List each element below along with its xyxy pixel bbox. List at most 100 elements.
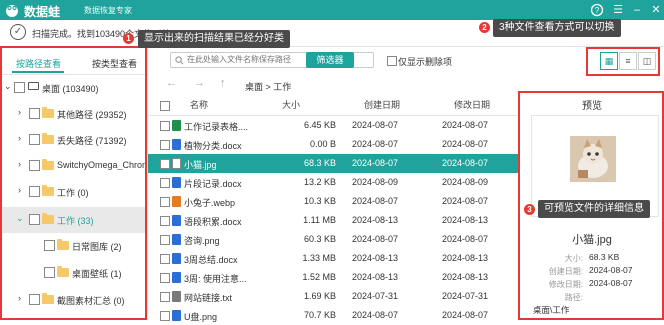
file-created-date: 2024-08-09 [352, 177, 399, 187]
file-size: 6.45 KB [303, 120, 336, 130]
svg-text:?: ? [595, 6, 600, 15]
table-row[interactable]: 小猫.jpg 68.3 KB 2024-08-07 2024-08-07 [148, 154, 518, 173]
filter-button[interactable]: 筛选器 [306, 52, 354, 68]
column-header-created[interactable]: 创建日期 [364, 95, 400, 115]
forward-arrow-icon[interactable]: → [194, 77, 205, 89]
search-icon [175, 56, 184, 65]
file-modified-date: 2024-08-07 [442, 234, 489, 244]
file-modified-date: 2024-08-13 [442, 272, 489, 282]
help-icon[interactable]: ? [590, 3, 604, 17]
image-file-icon [172, 310, 181, 321]
file-created-date: 2024-08-07 [352, 196, 399, 206]
file-modified-date: 2024-08-13 [442, 215, 489, 225]
file-size: 70.7 KB [303, 310, 336, 320]
breadcrumb-bar: ← → ↑ 桌面 > 工作 [148, 73, 518, 95]
annotation-number-3: 3 [524, 204, 535, 215]
annotation-label-2: 3种文件查看方式可以切换 [493, 19, 621, 37]
app-slogan: 数据恢复专家 [84, 6, 132, 15]
check-circle-icon: ✓ [10, 24, 26, 40]
row-checkbox[interactable] [160, 140, 170, 150]
file-size: 1.69 KB [303, 291, 336, 301]
breadcrumb[interactable]: 桌面 > 工作 [245, 80, 291, 93]
table-row[interactable]: 语段积累.docx 1.11 MB 2024-08-13 2024-08-13 [148, 211, 518, 230]
annotation-box-view-switch [586, 47, 660, 76]
file-name: 小猫.jpg [184, 160, 217, 170]
row-checkbox[interactable] [160, 273, 170, 283]
file-name: 3周: 使用注意... [184, 274, 247, 284]
file-created-date: 2024-08-13 [352, 253, 399, 263]
close-icon[interactable]: ✕ [649, 3, 663, 17]
file-size: 13.2 KB [303, 177, 336, 187]
row-checkbox[interactable] [160, 254, 170, 264]
select-all-checkbox[interactable] [160, 101, 170, 111]
file-name: 网站链接.txt [184, 293, 233, 303]
chrome-file-icon [172, 196, 181, 207]
image-file-icon [172, 234, 181, 245]
file-size: 10.3 KB [303, 196, 336, 206]
app-name: 数据蛙 [24, 5, 61, 19]
row-checkbox[interactable] [160, 159, 170, 169]
annotation-label-3: 可预览文件的详细信息 [538, 200, 650, 218]
file-created-date: 2024-08-07 [352, 158, 399, 168]
file-created-date: 2024-08-07 [352, 234, 399, 244]
row-checkbox[interactable] [160, 216, 170, 226]
table-row[interactable]: 3周: 使用注意... 1.52 MB 2024-08-13 2024-08-13 [148, 268, 518, 287]
table-row[interactable]: 片段记录.docx 13.2 KB 2024-08-09 2024-08-09 [148, 173, 518, 192]
excel-file-icon [172, 120, 181, 131]
table-row[interactable]: 咨询.png 60.3 KB 2024-08-07 2024-08-07 [148, 230, 518, 249]
file-modified-date: 2024-08-07 [442, 139, 489, 149]
table-row[interactable]: U盘.png 70.7 KB 2024-08-07 2024-08-07 [148, 306, 518, 325]
show-deleted-checkbox[interactable] [387, 56, 397, 66]
file-name: 3周总结.docx [184, 255, 238, 265]
frog-logo-icon [6, 5, 18, 17]
word-file-icon [172, 272, 181, 283]
table-row[interactable]: 3周总结.docx 1.33 MB 2024-08-13 2024-08-13 [148, 249, 518, 268]
annotation-box-categories [0, 46, 147, 320]
table-row[interactable]: 植物分类.docx 0.00 B 2024-08-07 2024-08-07 [148, 135, 518, 154]
file-size: 1.33 MB [302, 253, 336, 263]
file-created-date: 2024-08-13 [352, 215, 399, 225]
file-modified-date: 2024-08-07 [442, 196, 489, 206]
annotation-label-1: 显示出来的扫描结果已经分好类 [138, 30, 290, 48]
file-created-date: 2024-08-07 [352, 139, 399, 149]
word-file-icon [172, 139, 181, 150]
menu-icon[interactable]: ☰ [611, 3, 625, 17]
file-name: 工作记录表格.... [184, 122, 249, 132]
title-bar: 数据蛙 数据恢复专家 ? ☰ – ✕ [0, 0, 664, 20]
word-file-icon [172, 253, 181, 264]
annotation-number-1: 1 [123, 33, 134, 44]
row-checkbox[interactable] [160, 178, 170, 188]
file-table: 名称 大小 创建日期 修改日期 工作记录表格.... 6.45 KB 2024-08… [148, 95, 518, 322]
column-header-size[interactable]: 大小 [282, 95, 300, 115]
show-deleted-label: 仅显示删除项 [398, 57, 453, 67]
row-checkbox[interactable] [160, 197, 170, 207]
file-name: 植物分类.docx [184, 141, 242, 151]
up-arrow-icon[interactable]: ↑ [220, 77, 226, 89]
row-checkbox[interactable] [160, 121, 170, 131]
file-size: 1.52 MB [302, 272, 336, 282]
minimize-icon[interactable]: – [630, 3, 644, 17]
back-arrow-icon[interactable]: ← [166, 77, 177, 89]
row-checkbox[interactable] [160, 292, 170, 302]
file-name: 咨询.png [184, 236, 220, 246]
table-row[interactable]: 小兔子.webp 10.3 KB 2024-08-07 2024-08-07 [148, 192, 518, 211]
file-modified-date: 2024-08-07 [442, 158, 489, 168]
file-created-date: 2024-08-07 [352, 310, 399, 320]
file-modified-date: 2024-08-07 [442, 120, 489, 130]
file-name: 片段记录.docx [184, 179, 242, 189]
file-modified-date: 2024-08-07 [442, 310, 489, 320]
file-name: 小兔子.webp [184, 198, 236, 208]
row-checkbox[interactable] [160, 235, 170, 245]
table-row[interactable]: 工作记录表格.... 6.45 KB 2024-08-07 2024-08-07 [148, 116, 518, 135]
column-header-modified[interactable]: 修改日期 [454, 95, 490, 115]
file-name: 语段积累.docx [184, 217, 242, 227]
file-created-date: 2024-07-31 [352, 291, 399, 301]
word-file-icon [172, 215, 181, 226]
word-file-icon [172, 177, 181, 188]
column-header-name[interactable]: 名称 [190, 95, 208, 115]
file-modified-date: 2024-07-31 [442, 291, 489, 301]
file-size: 60.3 KB [303, 234, 336, 244]
image-file-icon [172, 158, 181, 169]
table-row[interactable]: 网站链接.txt 1.69 KB 2024-07-31 2024-07-31 [148, 287, 518, 306]
file-modified-date: 2024-08-09 [442, 177, 489, 187]
